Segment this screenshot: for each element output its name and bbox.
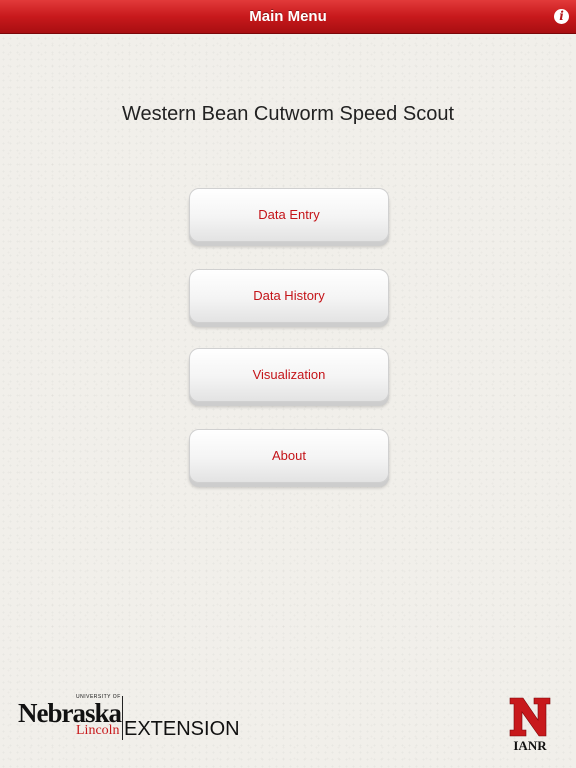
visualization-button[interactable]: Visualization	[189, 348, 389, 402]
app-title: Western Bean Cutworm Speed Scout	[121, 103, 455, 125]
logo-divider	[122, 696, 123, 740]
unl-extension-logo: UNIVERSITY OF Nebraska Lincoln EXTENSION	[18, 694, 240, 744]
navigation-bar: Main Menu i	[0, 0, 576, 34]
logo-extension-text: EXTENSION	[124, 718, 240, 740]
data-history-button[interactable]: Data History	[189, 269, 389, 323]
about-button[interactable]: About	[189, 429, 389, 483]
nav-title: Main Menu	[249, 8, 327, 25]
logo-lincoln-text: Lincoln	[76, 723, 120, 738]
ianr-logo: IANR	[506, 696, 554, 753]
ianr-text: IANR	[513, 738, 547, 753]
data-entry-button[interactable]: Data Entry	[189, 188, 389, 242]
info-icon[interactable]: i	[554, 9, 569, 24]
nebraska-n-icon	[509, 697, 551, 737]
